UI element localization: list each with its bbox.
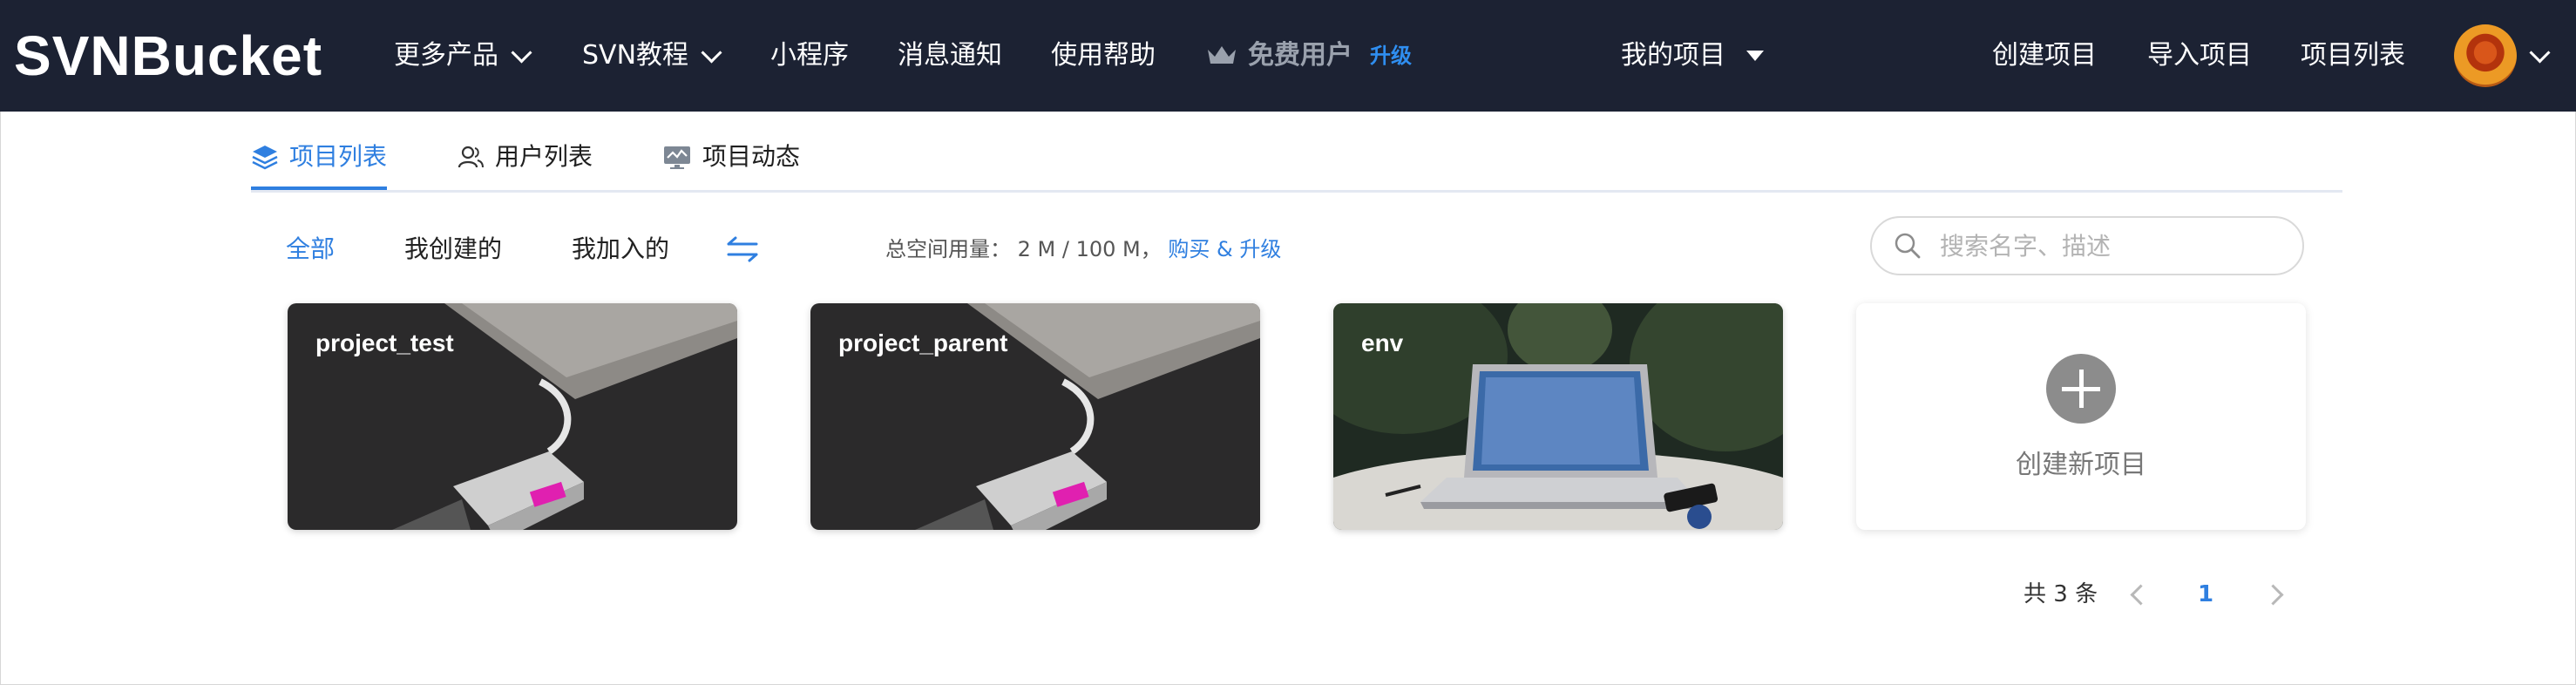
chevron-down-icon [701, 41, 722, 64]
upgrade-link[interactable]: 升级 [1370, 35, 1412, 77]
nav-notifications[interactable]: 消息通知 [898, 35, 1002, 77]
search-input[interactable] [1938, 230, 2273, 261]
tab-project-activity[interactable]: 项目动态 [662, 138, 800, 176]
project-name: project_parent [838, 329, 1008, 356]
project-name: env [1361, 329, 1404, 356]
usage-value: 2 M / 100 M， [1017, 237, 1162, 261]
project-card-project-parent[interactable]: project_parent [810, 303, 1260, 530]
filter-all[interactable]: 全部 [286, 230, 335, 268]
nav-mini-program[interactable]: 小程序 [770, 35, 849, 77]
import-project-link[interactable]: 导入项目 [2147, 35, 2252, 77]
logo[interactable]: SVNBucket [14, 21, 322, 91]
filter-joined[interactable]: 我加入的 [572, 230, 669, 268]
tab-project-list[interactable]: 项目列表 [251, 138, 387, 176]
nav-svn-tutorial[interactable]: SVN教程 [582, 35, 722, 77]
tab-label: 项目动态 [702, 142, 801, 171]
caret-down-icon [1746, 51, 1764, 61]
nav-label: 使用帮助 [1051, 40, 1156, 71]
swap-icon[interactable] [725, 234, 760, 265]
usage-label: 总空间用量： [885, 237, 1011, 261]
project-name: project_test [315, 329, 454, 356]
nav-label: 小程序 [770, 40, 849, 71]
my-projects-label: 我的项目 [1621, 40, 1725, 71]
active-tab-indicator [251, 187, 387, 190]
nav-label: 更多产品 [394, 40, 498, 71]
avatar[interactable] [2454, 24, 2517, 87]
tab-label: 项目列表 [289, 142, 388, 171]
free-user-label: 免费用户 [1248, 40, 1352, 71]
create-new-project-card[interactable]: 创建新项目 [1856, 303, 2306, 530]
buy-upgrade-link[interactable]: 购买 & 升级 [1168, 237, 1281, 261]
free-user-status: 免费用户 升级 [1206, 35, 1412, 77]
users-icon [458, 146, 484, 168]
tab-user-list[interactable]: 用户列表 [457, 138, 593, 176]
tab-bar: 项目列表 用户列表 项目动态 [251, 132, 2342, 193]
crown-icon [1208, 46, 1236, 64]
project-list-link[interactable]: 项目列表 [2301, 35, 2405, 77]
project-card-env[interactable]: env [1333, 303, 1783, 530]
nav-label: 创建项目 [1992, 40, 2097, 71]
nav-more-products[interactable]: 更多产品 [394, 35, 532, 77]
nav-label: 导入项目 [2147, 40, 2252, 71]
create-new-project-label: 创建新项目 [2016, 450, 2146, 480]
my-projects-dropdown[interactable]: 我的项目 [1621, 35, 1764, 77]
plus-icon [2046, 354, 2116, 424]
nav-label: 项目列表 [2301, 40, 2405, 71]
activity-icon [664, 146, 690, 169]
page-number[interactable]: 1 [2198, 577, 2213, 612]
filter-created[interactable]: 我创建的 [404, 230, 502, 268]
nav-label: 消息通知 [898, 40, 1002, 71]
project-card-project-test[interactable]: project_test [288, 303, 737, 530]
layers-icon [252, 146, 278, 170]
create-project-link[interactable]: 创建项目 [1992, 35, 2097, 77]
user-menu[interactable] [2454, 24, 2551, 87]
top-navbar: SVNBucket 更多产品 SVN教程 小程序 消息通知 使用帮助 免费用户 … [0, 0, 2576, 112]
tab-label: 用户列表 [495, 142, 593, 171]
nav-help[interactable]: 使用帮助 [1051, 35, 1156, 77]
chevron-down-icon [511, 41, 532, 64]
chevron-down-icon [2529, 41, 2551, 64]
nav-label: SVN教程 [582, 40, 689, 71]
search-icon [1895, 233, 1921, 259]
search-box[interactable] [1870, 216, 2304, 275]
storage-usage: 总空间用量： 2 M / 100 M， 购买 & 升级 [885, 232, 1281, 267]
pagination-total: 共 3 条 [2024, 581, 2098, 607]
